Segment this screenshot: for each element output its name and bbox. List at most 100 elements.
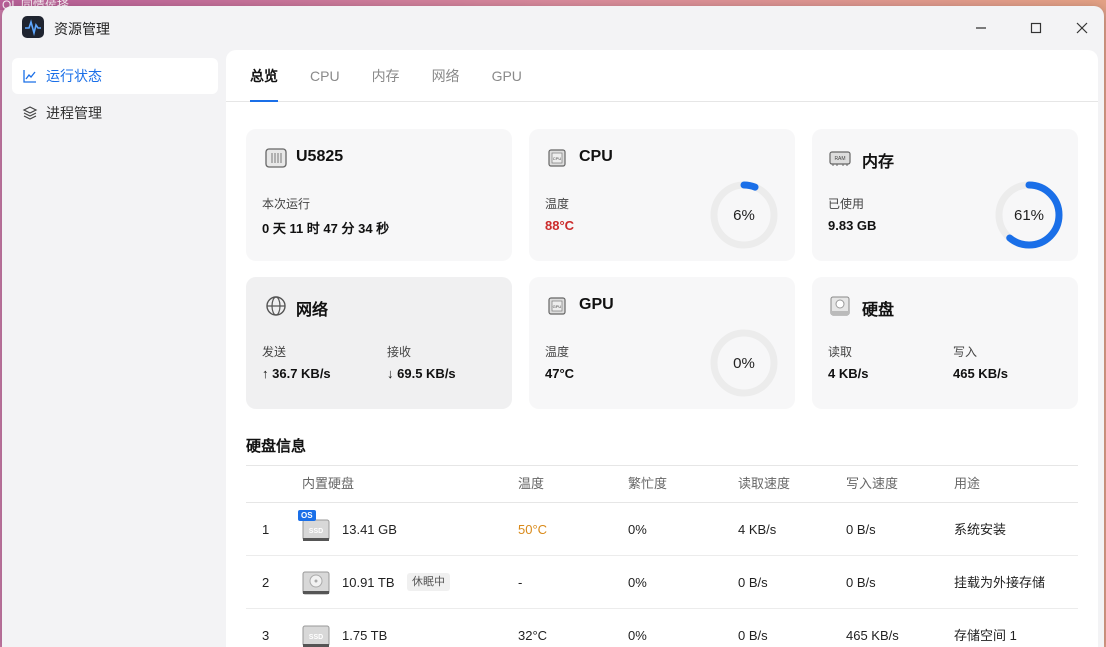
- disk-write-value: 465 KB/s: [953, 366, 1008, 381]
- sidebar-item-process[interactable]: 进程管理: [12, 95, 218, 131]
- disk-size: 13.41 GB: [342, 522, 397, 537]
- gpu-temp-label: 温度: [545, 345, 570, 359]
- disk-table: 内置硬盘 温度 繁忙度 读取速度 写入速度 用途 1 SSD OS 13.41 …: [246, 465, 1078, 647]
- cpu-temp-value: 88°C: [545, 218, 575, 233]
- disk-busy: 0%: [628, 575, 647, 590]
- memory-usage-gauge: 61%: [994, 180, 1064, 250]
- card-title: 内存: [862, 154, 895, 171]
- tab-bar: 总览 CPU 内存 网络 GPU: [226, 50, 1098, 102]
- svg-text:RAM: RAM: [834, 156, 845, 162]
- gpu-chip-icon: GPU: [548, 297, 566, 315]
- header-disk: 内置硬盘: [302, 476, 355, 491]
- card-title: CPU: [579, 148, 613, 165]
- send-label: 发送: [262, 345, 287, 359]
- disk-size: 1.75 TB: [342, 628, 388, 643]
- cpu-usage-gauge: 6%: [709, 180, 779, 250]
- header-read: 读取速度: [738, 476, 791, 491]
- table-row[interactable]: 1 SSD OS 13.41 GB 50°C 0% 4 KB/s 0 B/s 系…: [246, 503, 1078, 556]
- header-write: 写入速度: [846, 476, 899, 491]
- gpu-usage-gauge: 0%: [709, 328, 779, 398]
- disk-size: 10.91 TB: [342, 575, 395, 590]
- close-button[interactable]: [1067, 14, 1097, 42]
- maximize-icon: [1030, 22, 1042, 34]
- layers-icon: [22, 106, 38, 120]
- disk-write-label: 写入: [953, 345, 978, 359]
- svg-text:CPU: CPU: [553, 156, 562, 161]
- maximize-button[interactable]: [1021, 14, 1051, 42]
- ssd-icon: SSD: [302, 625, 330, 647]
- disk-usage: 存储空间 1: [954, 628, 1017, 643]
- disk-temp: -: [518, 575, 523, 590]
- close-icon: [1076, 22, 1088, 34]
- memory-used-label: 已使用: [828, 197, 865, 211]
- row-index: 1: [262, 522, 270, 537]
- svg-text:GPU: GPU: [553, 304, 562, 309]
- disk-usage: 系统安装: [954, 522, 1007, 537]
- tab-memory[interactable]: 内存: [372, 50, 400, 102]
- sidebar-item-label: 进程管理: [46, 105, 102, 121]
- disk-temp: 50°C: [518, 522, 548, 537]
- cpu-usage-text: 6%: [733, 206, 755, 224]
- card-title: 网络: [296, 302, 329, 319]
- ram-icon: RAM: [829, 151, 851, 166]
- app-window: 资源管理 运行状态 进程管理 总览 CPU 内存 网络 GPU U5825 本次…: [2, 6, 1104, 647]
- sleep-badge: 休眠中: [407, 573, 450, 591]
- cpu-card: CPU CPU 温度 88°C 6%: [529, 129, 795, 261]
- disk-card: 硬盘 读取 4 KB/s 写入 465 KB/s: [812, 277, 1078, 409]
- header-usage: 用途: [954, 476, 981, 491]
- table-header: 内置硬盘 温度 繁忙度 读取速度 写入速度 用途: [246, 465, 1078, 503]
- table-row[interactable]: 3 SSD 1.75 TB 32°C 0% 0 B/s 465 KB/s 存储空…: [246, 609, 1078, 647]
- gpu-usage-text: 0%: [733, 354, 755, 372]
- cpu-temp-label: 温度: [545, 197, 570, 211]
- row-index: 2: [262, 575, 270, 590]
- sidebar-item-status[interactable]: 运行状态: [12, 58, 218, 94]
- sidebar-item-label: 运行状态: [46, 68, 102, 84]
- disk-write: 0 B/s: [846, 575, 876, 590]
- arrow-up-icon: ↑: [262, 366, 273, 381]
- minimize-icon: [976, 27, 986, 29]
- network-card: 网络 发送 ↑ 36.7 KB/s 接收 ↓ 69.5 KB/s: [246, 277, 512, 409]
- hdd-icon: [302, 571, 330, 595]
- main-panel: 总览 CPU 内存 网络 GPU U5825 本次运行 0 天 11 时 47 …: [226, 50, 1098, 647]
- disk-usage: 挂载为外接存储: [954, 575, 1046, 590]
- recv-label: 接收: [387, 345, 412, 359]
- recv-value: ↓ 69.5 KB/s: [387, 366, 456, 381]
- tab-overview[interactable]: 总览: [250, 50, 278, 102]
- cpu-chip-icon: CPU: [548, 149, 566, 167]
- minimize-button[interactable]: [966, 14, 996, 42]
- gpu-card: GPU GPU 温度 47°C 0%: [529, 277, 795, 409]
- title-bar: 资源管理: [2, 6, 1104, 50]
- memory-used-value: 9.83 GB: [828, 218, 877, 233]
- tab-cpu[interactable]: CPU: [310, 50, 340, 102]
- uptime-label: 本次运行: [262, 197, 311, 211]
- disk-read: 4 KB/s: [738, 522, 777, 537]
- card-title: GPU: [579, 296, 614, 313]
- gpu-temp-value: 47°C: [545, 366, 575, 381]
- disk-info-title: 硬盘信息: [246, 438, 307, 455]
- device-card: U5825 本次运行 0 天 11 时 47 分 34 秒: [246, 129, 512, 261]
- line-chart-icon: [23, 70, 36, 83]
- uptime-value: 0 天 11 时 47 分 34 秒: [262, 221, 390, 236]
- network-globe-icon: [266, 296, 286, 316]
- disk-temp: 32°C: [518, 628, 548, 643]
- pulse-app-icon: [22, 16, 44, 38]
- disk-read: 0 B/s: [738, 628, 768, 643]
- row-index: 3: [262, 628, 270, 643]
- svg-text:SSD: SSD: [309, 528, 323, 535]
- tab-gpu[interactable]: GPU: [492, 50, 522, 102]
- table-row[interactable]: 2 10.91 TB 休眠中 - 0% 0 B/s 0 B/s 挂载为外接存储: [246, 556, 1078, 609]
- memory-card: RAM 内存 已使用 9.83 GB 61%: [812, 129, 1078, 261]
- header-temp: 温度: [518, 476, 545, 491]
- tab-network[interactable]: 网络: [432, 50, 460, 102]
- disk-write: 0 B/s: [846, 522, 876, 537]
- chassis-icon: [265, 148, 287, 168]
- disk-write: 465 KB/s: [846, 628, 899, 643]
- send-value: ↑ 36.7 KB/s: [262, 366, 331, 381]
- window-title: 资源管理: [54, 21, 110, 37]
- card-title: 硬盘: [862, 302, 895, 319]
- card-title: U5825: [296, 148, 344, 165]
- header-busy: 繁忙度: [628, 476, 668, 491]
- arrow-down-icon: ↓: [387, 366, 398, 381]
- disk-read-value: 4 KB/s: [828, 366, 869, 381]
- memory-usage-text: 61%: [1013, 206, 1045, 224]
